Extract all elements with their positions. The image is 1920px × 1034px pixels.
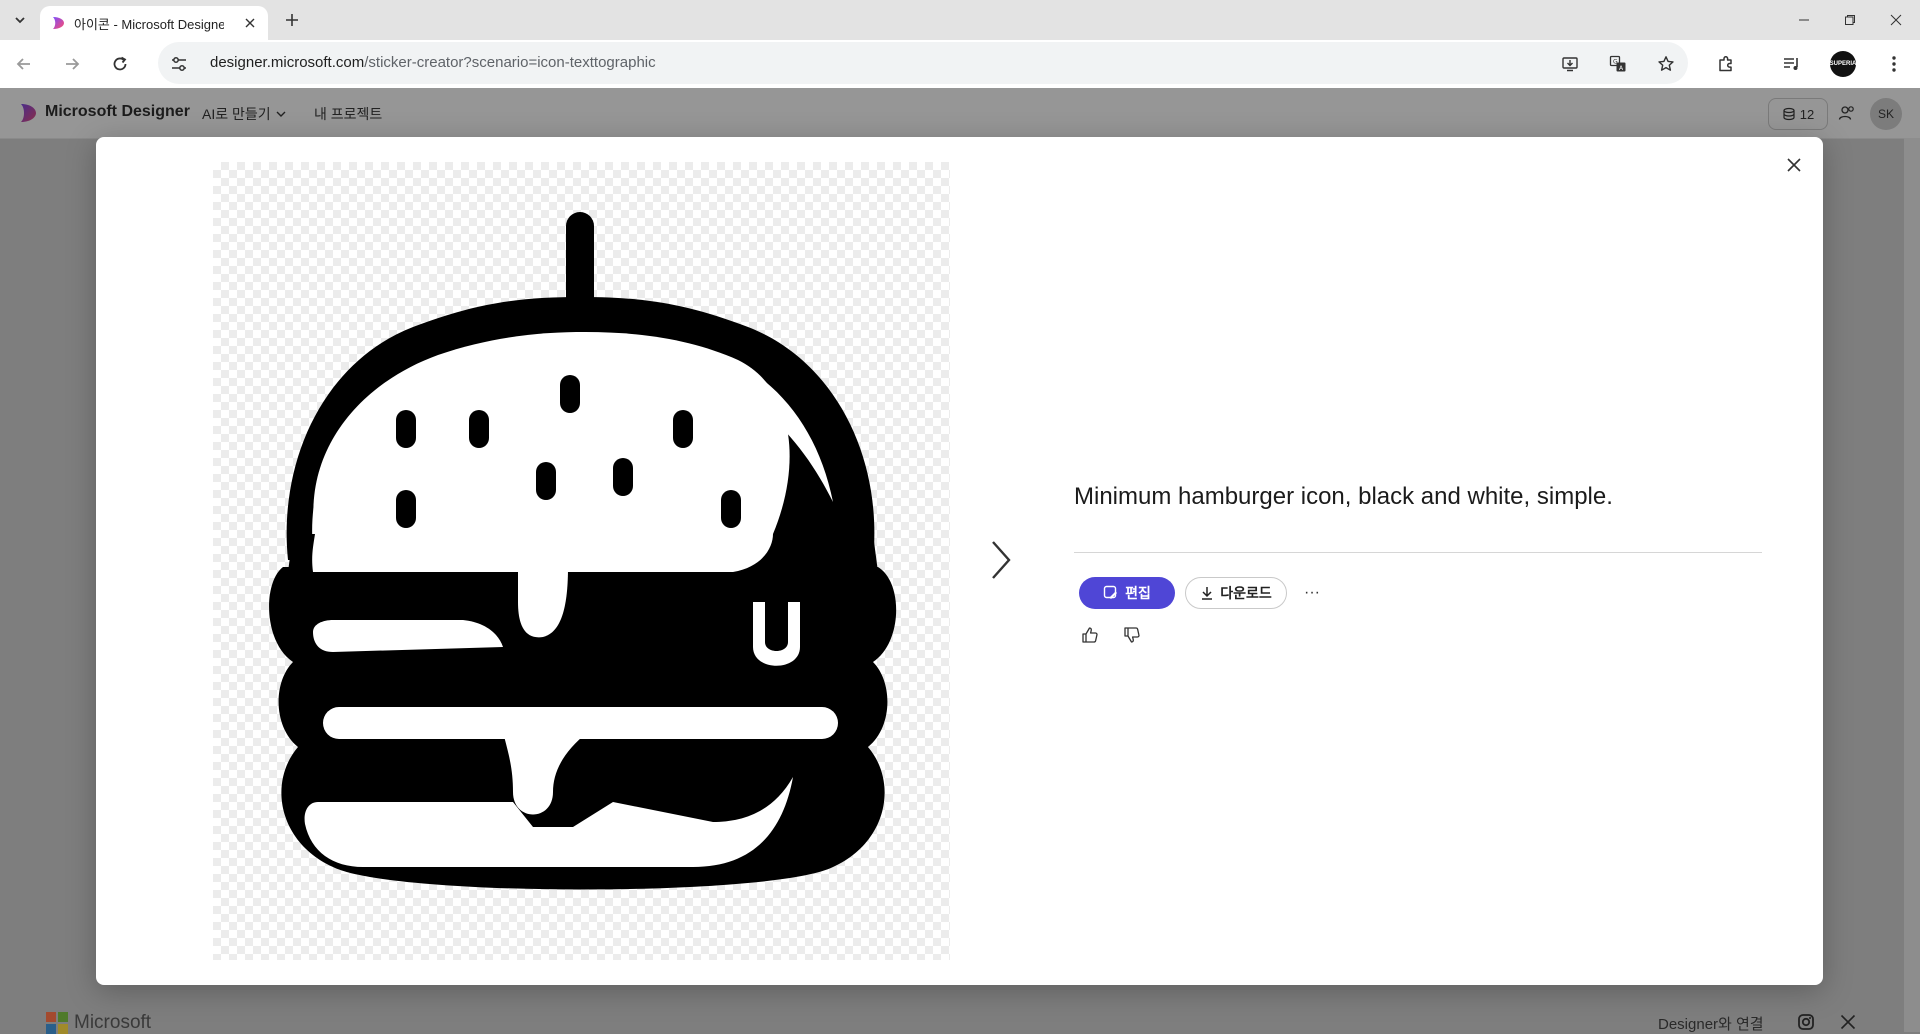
brand-name[interactable]: Microsoft Designer	[45, 103, 190, 121]
like-button[interactable]	[1078, 623, 1102, 647]
star-icon	[1658, 56, 1674, 71]
arrow-left-icon	[16, 58, 30, 70]
thumbs-down-icon	[1124, 627, 1140, 643]
download-button-label: 다운로드	[1220, 585, 1272, 601]
footer-connect-label: Designer와 연결	[1658, 1016, 1764, 1033]
designer-logo-icon	[21, 104, 36, 122]
arrow-right-icon	[66, 58, 80, 70]
share-button[interactable]	[1836, 102, 1858, 124]
hamburger-icon	[269, 212, 897, 890]
restore-icon	[1845, 15, 1855, 25]
thumbs-up-icon	[1082, 627, 1098, 643]
download-button[interactable]: 다운로드	[1185, 577, 1287, 609]
download-icon	[1202, 587, 1213, 600]
credits-badge[interactable]: 12	[1768, 98, 1828, 130]
footer-company: Microsoft	[74, 1012, 152, 1033]
instagram-icon	[1798, 1014, 1814, 1030]
install-icon	[1562, 57, 1578, 72]
app-header: Microsoft Designer AI로 만들기 내 프로젝트 12 SK	[0, 88, 1920, 139]
window-close-button[interactable]	[1876, 8, 1916, 32]
browser-tab-active[interactable]: 아이콘 - Microsoft Designer	[40, 6, 268, 40]
site-settings-button[interactable]	[168, 53, 190, 75]
x-logo-icon	[1840, 1014, 1856, 1030]
profile-avatar[interactable]: SUPERIA	[1830, 51, 1856, 77]
install-app-button[interactable]	[1558, 52, 1582, 76]
tune-icon	[172, 57, 186, 71]
puzzle-icon	[1719, 55, 1732, 72]
prompt-text: Minimum hamburger icon, black and white,…	[1074, 483, 1613, 510]
tab-title: 아이콘 - Microsoft Designer	[74, 16, 224, 32]
more-options-label: ···	[1304, 584, 1320, 601]
instagram-link[interactable]	[1796, 1012, 1816, 1032]
more-options-button[interactable]: ···	[1298, 579, 1326, 607]
create-with-ai-label: AI로 만들기	[202, 106, 271, 122]
edit-button-label: 편집	[1125, 585, 1151, 601]
address-bar[interactable]: designer.microsoft.com/sticker-creator?s…	[158, 42, 1688, 84]
close-icon	[1890, 14, 1902, 26]
page-scrollbar[interactable]	[1904, 138, 1920, 1032]
chevron-down-icon	[15, 17, 25, 24]
designer-favicon-icon	[53, 17, 64, 29]
edit-button[interactable]: 편집	[1079, 577, 1175, 609]
browser-menu-button[interactable]	[1880, 50, 1908, 78]
chevron-down-icon	[276, 111, 286, 117]
new-tab-button[interactable]	[280, 10, 304, 30]
reload-icon	[113, 56, 127, 71]
chevron-right-icon	[992, 541, 1011, 579]
svg-text:G: G	[1613, 59, 1618, 66]
coin-stack-icon	[1783, 107, 1795, 121]
minimize-icon	[1799, 19, 1809, 21]
close-icon	[245, 18, 255, 28]
microsoft-logo-icon	[46, 1012, 68, 1034]
user-avatar[interactable]: SK	[1870, 98, 1902, 130]
dislike-button[interactable]	[1120, 623, 1144, 647]
generated-image-preview[interactable]	[213, 162, 950, 960]
divider	[1074, 552, 1762, 553]
tab-strip: 아이콘 - Microsoft Designer	[0, 0, 1920, 40]
forward-button[interactable]	[58, 50, 86, 78]
url-text[interactable]: designer.microsoft.com/sticker-creator?s…	[210, 54, 656, 71]
url-host: designer.microsoft.com	[210, 54, 365, 71]
back-button[interactable]	[10, 50, 38, 78]
tab-search-button[interactable]	[8, 8, 32, 32]
translate-button[interactable]: GA	[1606, 52, 1630, 76]
tab-close-button[interactable]	[242, 15, 258, 31]
my-projects-link[interactable]: 내 프로젝트	[314, 104, 382, 124]
more-vertical-icon	[1892, 56, 1896, 72]
playlist-icon	[1784, 58, 1798, 70]
people-icon	[1838, 106, 1854, 120]
extensions-button[interactable]	[1712, 50, 1740, 78]
dialog-close-button[interactable]	[1782, 153, 1806, 177]
window-restore-button[interactable]	[1830, 8, 1870, 32]
translate-icon: GA	[1609, 55, 1626, 72]
url-path: /sticker-creator?scenario=icon-texttogra…	[364, 54, 656, 71]
edit-image-icon	[1103, 585, 1118, 599]
reload-button[interactable]	[106, 50, 134, 78]
create-with-ai-menu[interactable]: AI로 만들기	[202, 104, 287, 124]
bookmark-button[interactable]	[1654, 52, 1678, 76]
plus-icon	[286, 14, 298, 26]
media-control-button[interactable]	[1778, 50, 1806, 78]
window-minimize-button[interactable]	[1784, 8, 1824, 32]
next-image-button[interactable]	[986, 537, 1016, 583]
x-twitter-link[interactable]	[1838, 1012, 1858, 1032]
close-icon	[1787, 158, 1801, 172]
image-detail-dialog: Minimum hamburger icon, black and white,…	[96, 137, 1823, 985]
credits-count: 12	[1799, 106, 1815, 122]
